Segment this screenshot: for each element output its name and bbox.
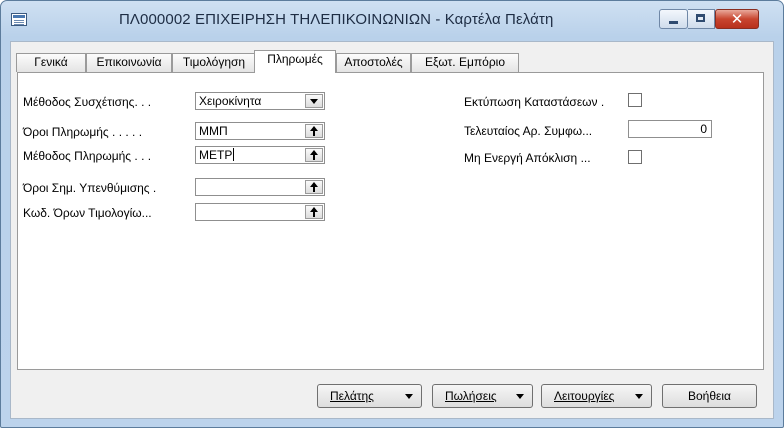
payment-method-text: ΜΕΤΡ	[199, 148, 233, 162]
print-statements-checkbox[interactable]	[628, 93, 642, 107]
window-title: ΠΛ000002 ΕΠΙΧΕΙΡΗΣΗ ΤΗΛΕΠΙΚΟΙΝΩΝΙΩΝ - Κα…	[119, 11, 554, 28]
reminder-terms-field[interactable]	[195, 178, 325, 196]
tab-invoicing[interactable]: Τιμολόγηση	[172, 53, 256, 72]
minimize-button[interactable]	[659, 9, 688, 29]
fin-charge-terms-field[interactable]	[195, 203, 325, 221]
close-button[interactable]: ✕	[715, 9, 759, 29]
last-statement-no-value: 0	[700, 122, 707, 136]
sales-button-label: Πωλήσεις	[445, 389, 497, 403]
chevron-down-icon[interactable]	[305, 94, 323, 108]
tab-general[interactable]: Γενικά	[16, 53, 86, 72]
functions-button-label: Λειτουργίες	[554, 389, 615, 403]
tab-communication[interactable]: Επικοινωνία	[86, 53, 172, 72]
payment-terms-label: Όροι Πληρωμής . . . . .	[23, 125, 143, 139]
chevron-down-icon	[405, 394, 413, 399]
payment-terms-field[interactable]: ΜΜΠ	[195, 122, 325, 140]
minimize-icon	[669, 21, 678, 24]
chevron-down-icon	[635, 394, 643, 399]
last-statement-no-field[interactable]: 0	[628, 120, 712, 138]
application-method-value: Χειροκίνητα	[199, 94, 262, 108]
reminder-terms-label: Όροι Σημ. Υπενθύμισης .	[23, 181, 157, 195]
last-statement-no-label: Τελευταίος Αρ. Συμφω...	[464, 124, 593, 138]
application-method-label: Μέθοδος Συσχέτισης. . .	[23, 95, 152, 109]
application-method-select[interactable]: Χειροκίνητα	[195, 92, 325, 110]
tab-foreign-trade[interactable]: Εξωτ. Εμπόριο	[411, 53, 519, 72]
payment-method-value: ΜΕΤΡ	[199, 148, 235, 162]
lookup-arrow-icon[interactable]	[305, 124, 323, 138]
tab-shipping[interactable]: Αποστολές	[336, 53, 411, 72]
form-content: Γενικά Επικοινωνία Τιμολόγηση Πληρωμές Α…	[10, 41, 774, 419]
payment-method-label: Μέθοδος Πληρωμής . . .	[23, 149, 152, 163]
maximize-button[interactable]	[688, 9, 715, 29]
customer-menu-button[interactable]: Πελάτης	[317, 384, 422, 408]
tab-payments[interactable]: Πληρωμές	[254, 50, 336, 73]
block-payment-tolerance-label: Μη Ενεργή Απόκλιση ...	[464, 151, 591, 165]
functions-menu-button[interactable]: Λειτουργίες	[541, 384, 652, 408]
lookup-arrow-icon[interactable]	[305, 148, 323, 162]
payments-panel: Μέθοδος Συσχέτισης. . . Χειροκίνητα Όροι…	[17, 72, 764, 370]
chevron-down-icon	[516, 394, 524, 399]
payment-method-field[interactable]: ΜΕΤΡ	[195, 146, 325, 164]
customer-card-window: ΠΛ000002 ΕΠΙΧΕΙΡΗΣΗ ΤΗΛΕΠΙΚΟΙΝΩΝΙΩΝ - Κα…	[0, 0, 784, 428]
form-icon[interactable]	[11, 13, 27, 26]
sales-menu-button[interactable]: Πωλήσεις	[432, 384, 533, 408]
payment-terms-value: ΜΜΠ	[199, 124, 228, 138]
close-icon: ✕	[730, 10, 744, 28]
text-cursor	[233, 148, 235, 161]
fin-charge-terms-label: Κωδ. Όρων Τιμολογίω...	[23, 206, 152, 220]
help-button[interactable]: Βοήθεια	[662, 384, 757, 408]
title-bar[interactable]: ΠΛ000002 ΕΠΙΧΕΙΡΗΣΗ ΤΗΛΕΠΙΚΟΙΝΩΝΙΩΝ - Κα…	[1, 1, 783, 39]
lookup-arrow-icon[interactable]	[305, 205, 323, 219]
lookup-arrow-icon[interactable]	[305, 180, 323, 194]
block-payment-tolerance-checkbox[interactable]	[628, 150, 642, 164]
print-statements-label: Εκτύπωση Καταστάσεων .	[464, 95, 605, 109]
maximize-icon	[696, 14, 705, 22]
customer-button-label: Πελάτης	[330, 389, 374, 403]
